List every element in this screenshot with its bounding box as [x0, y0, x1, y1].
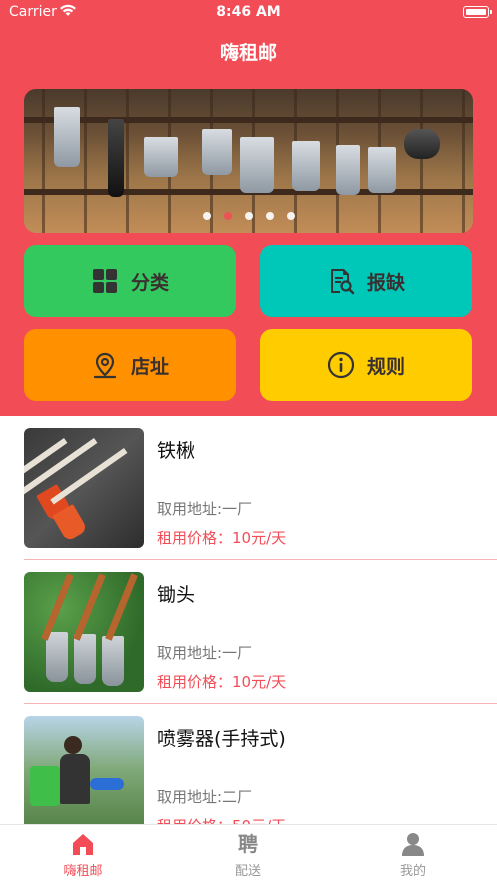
list-item[interactable]: 锄头 取用地址:一厂 租用价格：10元/天: [0, 560, 497, 704]
tab-home[interactable]: 嗨租邮: [23, 825, 143, 884]
info-circle-icon: [327, 351, 355, 379]
header-area: Carrier 8:46 AM 嗨租邮 分类 报缺 店址 规则: [0, 0, 497, 416]
carousel-dot[interactable]: [286, 212, 295, 220]
home-icon: [73, 834, 93, 855]
tab-delivery-label: 配送: [234, 864, 261, 879]
report-shortage-button[interactable]: 报缺: [260, 245, 472, 317]
battery-icon: [463, 6, 492, 18]
item-name: 锄头: [157, 584, 196, 606]
rules-button[interactable]: 规则: [260, 329, 472, 401]
item-price: 租用价格：10元/天: [157, 529, 287, 547]
item-thumbnail: [24, 716, 144, 836]
category-label: 分类: [130, 271, 169, 294]
status-bar: Carrier 8:46 AM: [0, 0, 497, 26]
grid-icon: [92, 269, 117, 293]
recruit-icon: 聘: [238, 832, 258, 856]
store-address-button[interactable]: 店址: [24, 329, 236, 401]
carousel-dots: [24, 212, 473, 220]
tab-home-label: 嗨租邮: [63, 864, 103, 879]
item-name: 铁楸: [157, 440, 196, 462]
carousel-dot[interactable]: [202, 212, 211, 220]
item-address: 取用地址:二厂: [157, 788, 253, 806]
tab-bar: 嗨租邮 聘 配送 我的: [0, 824, 497, 884]
list-item[interactable]: 铁楸 取用地址:一厂 租用价格：10元/天: [0, 416, 497, 560]
tab-delivery[interactable]: 聘 配送: [188, 825, 308, 884]
rules-label: 规则: [366, 355, 405, 378]
tab-mine-label: 我的: [399, 864, 426, 879]
item-price: 租用价格：10元/天: [157, 673, 287, 691]
item-thumbnail: [24, 572, 144, 692]
item-address: 取用地址:一厂: [157, 500, 253, 518]
carousel-dot[interactable]: [265, 212, 274, 220]
location-pin-icon: [93, 352, 117, 379]
category-button[interactable]: 分类: [24, 245, 236, 317]
tab-mine[interactable]: 我的: [353, 825, 473, 884]
page-title: 嗨租邮: [219, 42, 277, 64]
store-address-label: 店址: [130, 355, 169, 378]
item-thumbnail: [24, 428, 144, 548]
status-time: 8:46 AM: [216, 4, 281, 20]
carousel-dot[interactable]: [244, 212, 253, 220]
item-name: 喷雾器(手持式): [157, 728, 286, 750]
item-address: 取用地址:一厂: [157, 644, 253, 662]
banner-carousel[interactable]: [24, 89, 473, 233]
document-search-icon: [330, 269, 355, 295]
person-icon: [402, 833, 424, 856]
carousel-dot-active[interactable]: [223, 212, 232, 220]
report-shortage-label: 报缺: [366, 271, 405, 294]
